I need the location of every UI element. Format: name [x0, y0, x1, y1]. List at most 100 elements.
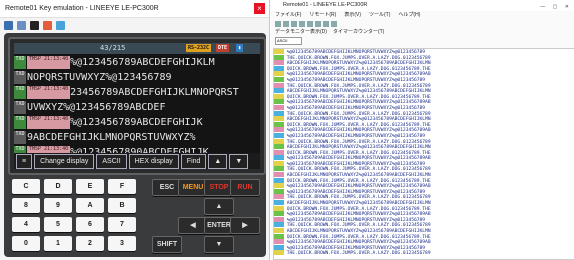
- record-count: 43/215: [100, 44, 126, 52]
- line-text: ABCDEFGHIJKLMNOPQRSTUVWXYZ%@0123456789AB…: [284, 173, 431, 178]
- line-marker: [274, 93, 284, 99]
- direction-tag: TXD: [14, 130, 26, 144]
- window-controls[interactable]: — ▢ ✕: [540, 2, 572, 13]
- line-marker: [274, 166, 284, 172]
- key-8[interactable]: 8: [12, 198, 40, 213]
- color-icon[interactable]: [43, 20, 52, 30]
- key-0[interactable]: 0: [12, 236, 40, 251]
- line-marker: [274, 250, 284, 256]
- lcd-menu-button[interactable]: ≡: [16, 153, 33, 169]
- lcd-row-text: NOPQRSTUVWXYZ%@123456789: [27, 72, 172, 83]
- dte-badge: DTE: [216, 44, 230, 52]
- line-marker: [274, 155, 284, 161]
- line-marker: [274, 177, 284, 183]
- tool-icon-5[interactable]: [307, 20, 313, 27]
- lcd-row: TXD TMSP 21:13:40 %@123456789ABCDEFGHIJKLM: [14, 55, 260, 70]
- key-shift[interactable]: SHIFT: [152, 236, 182, 253]
- tool-icon-2[interactable]: [283, 20, 289, 27]
- line-marker: [274, 244, 284, 250]
- lcd-menu-button[interactable]: HEX display: [128, 153, 179, 169]
- key-run[interactable]: RUN: [230, 179, 260, 196]
- tool-icon-3[interactable]: [291, 20, 297, 27]
- key-e[interactable]: E: [76, 179, 104, 194]
- key-9[interactable]: 9: [44, 198, 72, 213]
- line-marker: [274, 144, 284, 150]
- key-5[interactable]: 5: [44, 217, 72, 232]
- key-2[interactable]: 2: [76, 236, 104, 251]
- direction-tag: TXD: [14, 70, 26, 84]
- copy-icon[interactable]: [17, 20, 26, 30]
- line-marker: [274, 222, 284, 228]
- lcd-menu-button[interactable]: Find: [180, 153, 207, 169]
- line-marker: [274, 132, 284, 138]
- line-text: %@0123456789ABCDEFGHIJKLMNOPQRSTUVWXYZ%@…: [284, 50, 426, 55]
- tab[interactable]: データモニター表示(D): [275, 28, 327, 36]
- menu-item[interactable]: ツール(T): [369, 11, 390, 19]
- line-text: %@0123456789ABCDEFGHIJKLMNOPQRSTUVWXYZ%@…: [284, 77, 426, 83]
- tool-icon-7[interactable]: [323, 20, 329, 27]
- line-marker: [274, 188, 284, 194]
- line-marker: [274, 200, 284, 206]
- line-marker: [274, 65, 284, 71]
- save-icon[interactable]: [4, 20, 13, 30]
- key-6[interactable]: 6: [76, 217, 104, 232]
- line-data-view[interactable]: %@0123456789ABCDEFGHIJKLMNOPQRSTUVWXYZ%@…: [273, 48, 574, 260]
- line-marker: [274, 82, 284, 88]
- timestamp-marker: TMSP 21:13:40: [27, 55, 71, 69]
- lcd-menu-button[interactable]: ASCII: [96, 153, 127, 169]
- menu-item[interactable]: 表示(V): [344, 11, 361, 19]
- line-marker: [274, 239, 284, 245]
- key-a[interactable]: A: [76, 198, 104, 213]
- tool-icon-1[interactable]: [275, 20, 281, 27]
- menu-item[interactable]: リモート(R): [309, 11, 336, 19]
- menu-item[interactable]: ヘルプ(H): [398, 11, 420, 19]
- left-window-title: Remote01 Key emulation - LINEEYE LE-PC30…: [5, 5, 159, 12]
- line-marker: [274, 116, 284, 122]
- lcd-row-text: %@123456789ABCDEFGHIJKLM: [70, 57, 215, 68]
- tool-icon-4[interactable]: [299, 20, 305, 27]
- line-marker: [274, 110, 284, 116]
- lcd-menu-button[interactable]: Change display: [34, 153, 95, 169]
- lcd-row-text: 9ABCDEFGHIJKLMNOPQRSTUVWXYZ%: [27, 132, 196, 143]
- line-text: ABCDEFGHIJKLMNOPQRSTUVWXYZ%@0123456789AB…: [284, 229, 431, 234]
- direction-tag: TXD: [14, 85, 26, 99]
- key-▼[interactable]: ▼: [204, 236, 234, 253]
- key-c[interactable]: C: [12, 179, 40, 194]
- line-marker: [274, 88, 284, 94]
- tool-icon-8[interactable]: [331, 20, 337, 27]
- key-f[interactable]: F: [108, 179, 136, 194]
- lcd-statusbar: 43/215 RS-232C DTE ▮: [14, 43, 260, 54]
- lcd-row: TXD NOPQRSTUVWXYZ%@123456789: [14, 70, 260, 85]
- screen-icon[interactable]: [30, 20, 39, 30]
- line-marker: [274, 49, 284, 54]
- menu-item[interactable]: ファイル(F): [275, 11, 301, 19]
- key-▶[interactable]: ▶: [230, 217, 260, 234]
- line-text: %@0123456789ABCDEFGHIJKLMNOPQRSTUVWXYZ%@…: [284, 133, 426, 139]
- timestamp-marker: TMSP 21:13:40: [27, 85, 71, 99]
- code-select[interactable]: ASCII: [275, 36, 302, 45]
- tab[interactable]: タイマーカウンター(T): [333, 28, 384, 36]
- key-1[interactable]: 1: [44, 236, 72, 251]
- line-marker: [274, 205, 284, 211]
- key-d[interactable]: D: [44, 179, 72, 194]
- key-4[interactable]: 4: [12, 217, 40, 232]
- key-7[interactable]: 7: [108, 217, 136, 232]
- close-button[interactable]: ×: [254, 3, 265, 14]
- lcd-menu-button[interactable]: ▲: [208, 153, 228, 169]
- tool-icon-6[interactable]: [315, 20, 321, 27]
- rs232c-badge: RS-232C: [186, 44, 212, 52]
- key-b[interactable]: B: [108, 198, 136, 213]
- right-settings: ASCII: [271, 36, 574, 45]
- direction-tag: TXD: [14, 100, 26, 114]
- lcd-row-text: %@123456789ABCDEFGHIJK: [70, 117, 203, 128]
- key-▲[interactable]: ▲: [204, 198, 234, 215]
- tool-icon[interactable]: [56, 20, 65, 30]
- right-toolbar: [271, 19, 574, 28]
- line-row: THE.QUICK.BROWN.FOX.JUMPS.OVER.A.LAZY.DO…: [274, 250, 574, 256]
- timestamp-marker: TMSP 21:13:40: [27, 115, 71, 129]
- lcd-row: TXD UVWXYZ%@123456789ABCDEF: [14, 100, 260, 115]
- lcd-menu-button[interactable]: ▼: [229, 153, 249, 169]
- lcd-row: TXD TMSP 21:13:40 %@123456789ABCDEFGHIJK: [14, 115, 260, 130]
- line-marker: [274, 228, 284, 233]
- key-3[interactable]: 3: [108, 236, 136, 251]
